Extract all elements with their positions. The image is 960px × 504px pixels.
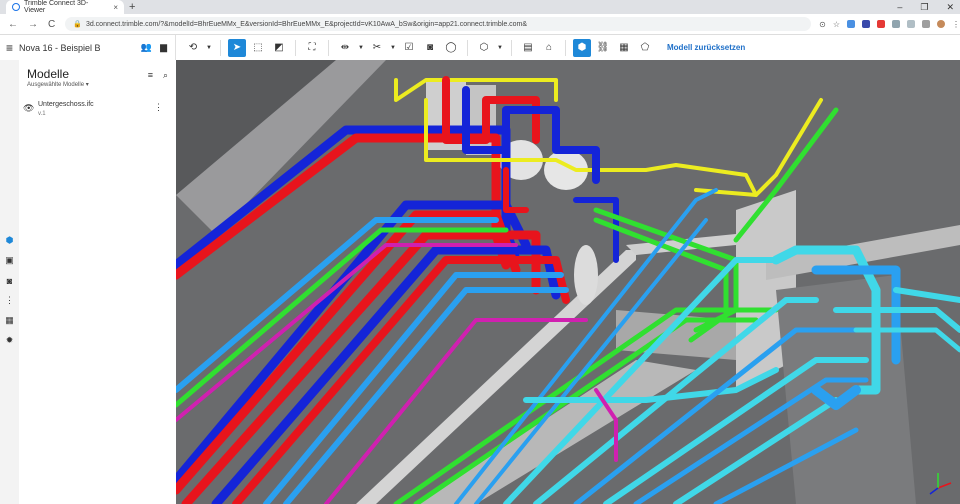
- minimize-button[interactable]: –: [897, 2, 902, 12]
- maximize-button[interactable]: ❐: [920, 2, 928, 13]
- tree-icon[interactable]: ⋮: [4, 295, 15, 306]
- location-icon[interactable]: ⊙: [819, 20, 826, 29]
- extension-icon[interactable]: [847, 20, 855, 28]
- chevron-down-icon[interactable]: ▼: [389, 39, 397, 57]
- browser-tab-strip: Trimble Connect 3D-Viewer × + – ❐ ✕: [0, 0, 960, 14]
- chevron-down-icon[interactable]: ▼: [496, 39, 504, 57]
- url-text: 3d.connect.trimble.com/?&modelId=BhrEueM…: [85, 20, 528, 28]
- model-version: v.1: [38, 111, 46, 117]
- close-tab-icon[interactable]: ×: [113, 3, 118, 12]
- browser-menu-icon[interactable]: ⋮: [952, 20, 960, 29]
- extension-icon[interactable]: [922, 20, 930, 28]
- browser-tab-title: Trimble Connect 3D-Viewer: [23, 0, 89, 14]
- measure-icon[interactable]: ⇹: [336, 39, 354, 57]
- reset-model-button[interactable]: Modell zurücksetzen: [667, 43, 745, 52]
- project-header: ≡ Nova 16 - Beispiel B 👥 ▆: [0, 35, 176, 60]
- new-tab-button[interactable]: +: [129, 1, 135, 13]
- layers-icon[interactable]: ▦: [615, 39, 633, 57]
- section-plane-icon[interactable]: ◩: [270, 39, 288, 57]
- back-button[interactable]: ←: [8, 19, 18, 30]
- models-panel: Modelle Ausgewählte Modelle ▾ ≡ ⌕ 👁 Unte…: [19, 60, 177, 504]
- url-field[interactable]: 🔒 3d.connect.trimble.com/?&modelId=BhrEu…: [65, 17, 812, 31]
- app-toolbar: ≡ Nova 16 - Beispiel B 👥 ▆ ⟲ ▼ ➤ ⬚ ◩ ⛶ ⇹…: [0, 35, 960, 61]
- comment-icon[interactable]: ▤: [519, 39, 537, 57]
- box-select-icon[interactable]: ⬚: [249, 39, 267, 57]
- window-controls: – ❐ ✕: [897, 0, 954, 14]
- lock-icon[interactable]: ⌂: [540, 39, 558, 57]
- gear-icon[interactable]: ✹: [4, 335, 15, 346]
- panel-title: Modelle: [27, 67, 70, 81]
- extension-icon[interactable]: [892, 20, 900, 28]
- extension-icon[interactable]: [862, 20, 870, 28]
- 3d-view-icon[interactable]: ⬠: [636, 39, 654, 57]
- camera-icon[interactable]: ◙: [421, 39, 439, 57]
- chevron-down-icon[interactable]: ▼: [205, 39, 213, 57]
- link-icon[interactable]: ⛓: [594, 39, 612, 57]
- selected-models-label: Ausgewählte Modelle: [27, 82, 85, 88]
- model-name: Untergeschoss.ifc: [38, 101, 94, 108]
- hamburger-menu-icon[interactable]: ≡: [6, 41, 13, 55]
- forward-button[interactable]: →: [28, 19, 38, 30]
- model-list-item[interactable]: 👁 Untergeschoss.ifc v.1 ⋮: [23, 100, 173, 122]
- browser-tab[interactable]: Trimble Connect 3D-Viewer ×: [6, 0, 124, 14]
- orbit-icon[interactable]: ⟲: [184, 39, 202, 57]
- avatar[interactable]: [937, 20, 945, 28]
- viewer-tools: ⟲ ▼ ➤ ⬚ ◩ ⛶ ⇹ ▼ ✂ ▼ ☑ ◙ ◯ ⬡ ▼ ▤ ⌂ ⬢ ⛓ ▦ …: [176, 38, 745, 57]
- selected-models-dropdown[interactable]: Ausgewählte Modelle ▾: [27, 81, 89, 88]
- lock-icon: 🔒: [73, 21, 82, 28]
- 3d-viewport[interactable]: [176, 60, 960, 504]
- 3d-model-render[interactable]: [176, 60, 960, 504]
- project-name: Nova 16 - Beispiel B: [19, 42, 101, 53]
- table-icon[interactable]: ▦: [4, 315, 15, 326]
- reload-button[interactable]: C: [48, 19, 55, 30]
- close-window-button[interactable]: ✕: [946, 2, 954, 13]
- folder-icon[interactable]: ▆: [160, 42, 167, 53]
- scissors-icon[interactable]: ✂: [368, 39, 386, 57]
- select-pointer-icon[interactable]: ➤: [228, 38, 246, 57]
- visibility-eye-icon[interactable]: 👁: [23, 103, 34, 114]
- camera-icon[interactable]: ◙: [4, 275, 15, 286]
- extension-icon[interactable]: [907, 20, 915, 28]
- clipboard-check-icon[interactable]: ☑: [400, 39, 418, 57]
- more-options-icon[interactable]: ⋮: [154, 102, 163, 113]
- clipboard-icon[interactable]: ▣: [4, 255, 15, 266]
- address-bar-row: ← → C 🔒 3d.connect.trimble.com/?&modelId…: [0, 14, 960, 35]
- sort-icon[interactable]: ≡: [148, 70, 153, 81]
- lasso-icon[interactable]: ◯: [442, 39, 460, 57]
- fit-to-view-icon[interactable]: ⛶: [303, 39, 321, 57]
- cube-icon[interactable]: ⬡: [475, 39, 493, 57]
- extension-icon[interactable]: [877, 20, 885, 28]
- extension-icons: ⊙ ☆ ⋮: [819, 20, 960, 29]
- add-users-icon[interactable]: 👥: [141, 42, 152, 53]
- models-cube-icon[interactable]: ⬢: [4, 235, 15, 246]
- search-icon[interactable]: ⌕: [163, 70, 168, 81]
- chevron-down-icon[interactable]: ▼: [357, 39, 365, 57]
- trimble-favicon-icon: [12, 3, 20, 11]
- bookmark-star-icon[interactable]: ☆: [833, 20, 840, 29]
- info-icon[interactable]: ⬢: [573, 38, 591, 57]
- left-rail: ⬢ ▣ ◙ ⋮ ▦ ✹: [0, 60, 20, 504]
